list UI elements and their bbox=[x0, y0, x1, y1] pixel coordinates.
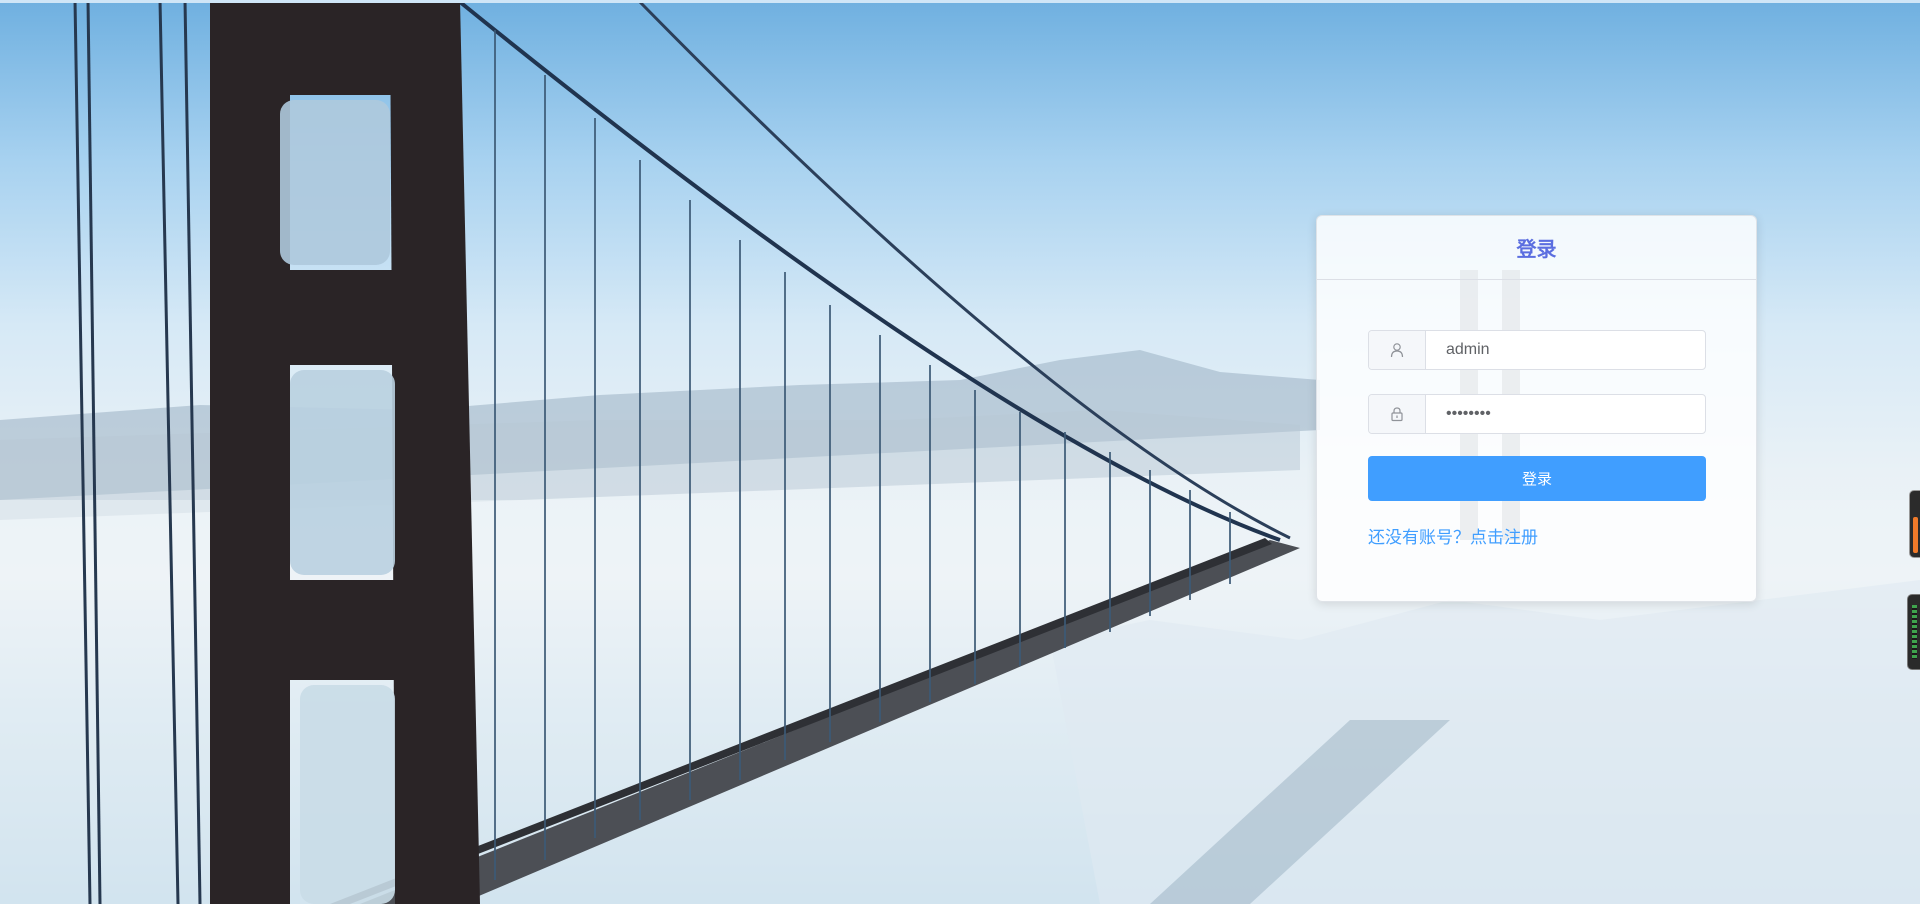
side-slider-widget[interactable] bbox=[1909, 490, 1920, 558]
lock-icon bbox=[1369, 395, 1426, 433]
login-card-header: 登录 bbox=[1317, 216, 1756, 280]
login-form: 登录 还没有账号？点击注册 bbox=[1368, 330, 1706, 548]
side-meter-widget[interactable] bbox=[1907, 594, 1920, 670]
login-card: 登录 登录 还没有账号？点击注册 bbox=[1316, 215, 1757, 602]
side-slider-fill bbox=[1913, 517, 1918, 553]
username-field bbox=[1368, 330, 1706, 370]
login-title: 登录 bbox=[1516, 237, 1557, 261]
side-meter-bars bbox=[1912, 605, 1917, 659]
password-field bbox=[1368, 394, 1706, 434]
password-input[interactable] bbox=[1426, 395, 1705, 433]
login-button[interactable]: 登录 bbox=[1368, 456, 1706, 501]
username-input[interactable] bbox=[1426, 331, 1705, 369]
top-border bbox=[0, 0, 1920, 3]
register-link[interactable]: 还没有账号？点击注册 bbox=[1368, 523, 1538, 548]
user-icon bbox=[1369, 331, 1426, 369]
